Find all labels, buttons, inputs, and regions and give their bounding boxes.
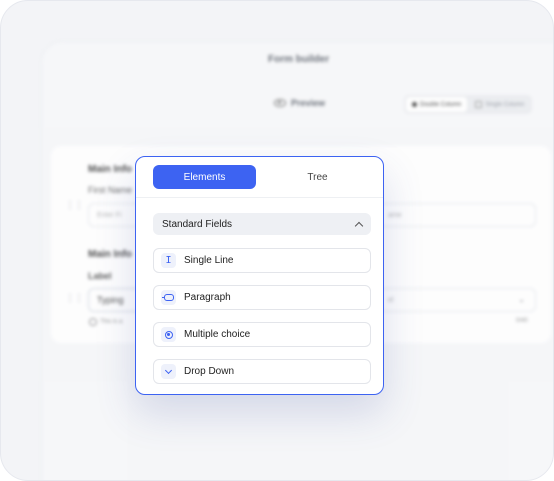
radio-dot-icon (412, 102, 417, 107)
popover-tabs: Elements Tree (136, 157, 383, 198)
app-title: Form builder (268, 54, 330, 65)
field-label: Single Line (184, 255, 234, 266)
chevron-down-icon: ⌄ (518, 295, 525, 304)
layout-option-single[interactable]: Single Column (469, 97, 530, 112)
standard-fields-header[interactable]: Standard Fields (153, 213, 371, 235)
eye-icon (274, 99, 286, 107)
preview-button[interactable]: Preview (274, 98, 325, 108)
field-label: Paragraph (184, 292, 231, 303)
preview-label: Preview (291, 98, 326, 108)
layout-toggle[interactable]: Double Column Single Column (404, 95, 533, 114)
field-drop-down[interactable]: Drop Down (153, 359, 371, 384)
info-icon (89, 318, 97, 326)
radio-icon (161, 327, 176, 342)
chevron-up-icon (354, 221, 364, 230)
section-heading: Main Info (88, 164, 132, 175)
field-paragraph[interactable]: Paragraph (153, 285, 371, 310)
section-heading: Main Info (88, 249, 132, 260)
field-single-line[interactable]: I Single Line (153, 248, 371, 273)
drag-handle-icon[interactable]: ⋮⋮ (65, 200, 84, 211)
text-cursor-icon: I (161, 253, 176, 268)
square-icon (475, 101, 483, 108)
field-label: Label (88, 271, 112, 281)
elements-popover: Elements Tree Standard Fields I Single L… (135, 156, 384, 395)
device-frame: Form builder Preview Double Column Singl… (0, 0, 554, 481)
layout-option-double[interactable]: Double Column (406, 97, 468, 112)
field-label: Drop Down (184, 366, 235, 377)
field-label: First Name (88, 185, 133, 195)
tab-elements[interactable]: Elements (153, 165, 256, 189)
type-select[interactable]: el ⌄ (379, 288, 536, 312)
last-name-input[interactable]: ame (379, 203, 536, 227)
char-counter: 0/40 (516, 318, 528, 324)
section-title: Standard Fields (162, 218, 233, 230)
field-multiple-choice[interactable]: Multiple choice (153, 322, 371, 347)
drag-handle-icon[interactable]: ⋮⋮ (65, 293, 84, 304)
paragraph-icon (161, 290, 176, 305)
tab-tree[interactable]: Tree (266, 165, 369, 189)
field-label: Multiple choice (184, 329, 251, 340)
hint-text: This is a (89, 318, 122, 326)
chevron-down-icon (161, 364, 176, 379)
